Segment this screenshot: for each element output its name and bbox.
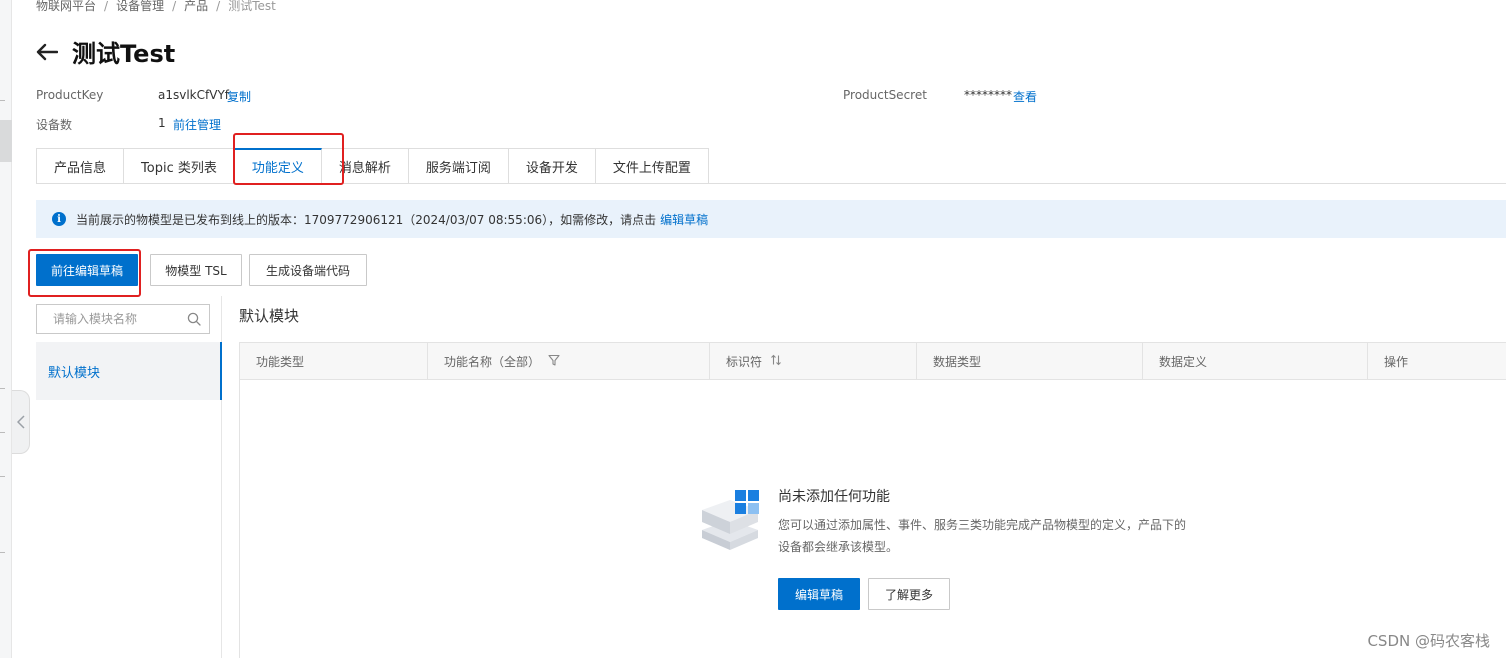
left-gutter bbox=[0, 0, 12, 658]
module-search-box bbox=[36, 304, 210, 334]
tab-device-development[interactable]: 设备开发 bbox=[508, 148, 596, 184]
product-key-label: ProductKey bbox=[36, 88, 104, 102]
col-data-type: 数据类型 bbox=[917, 343, 1143, 379]
info-banner: i 当前展示的物模型是已发布到线上的版本：1709772906121（2024/… bbox=[36, 200, 1506, 238]
tab-server-subscription[interactable]: 服务端订阅 bbox=[408, 148, 509, 184]
device-count-value: 1 bbox=[158, 116, 166, 130]
back-arrow-icon[interactable] bbox=[36, 40, 60, 64]
sidebar-collapse-toggle[interactable] bbox=[12, 390, 30, 454]
device-count-label: 设备数 bbox=[36, 118, 73, 132]
col-identifier[interactable]: 标识符 bbox=[710, 343, 917, 379]
empty-state-title: 尚未添加任何功能 bbox=[778, 489, 890, 505]
breadcrumb-item[interactable]: 设备管理 bbox=[116, 0, 164, 13]
filter-icon[interactable] bbox=[548, 354, 560, 369]
gutter-highlight bbox=[0, 120, 12, 162]
module-search-input[interactable] bbox=[53, 312, 181, 326]
col-data-definition: 数据定义 bbox=[1143, 343, 1368, 379]
gutter-mark bbox=[0, 552, 5, 553]
chevron-left-icon bbox=[16, 415, 25, 429]
edit-draft-button[interactable]: 编辑草稿 bbox=[778, 578, 860, 610]
feature-table-header: 功能类型 功能名称（全部） 标识符 数据类型 数据定义 操作 bbox=[239, 342, 1506, 380]
gutter-mark bbox=[0, 476, 5, 477]
breadcrumb-item[interactable]: 物联网平台 bbox=[36, 0, 96, 13]
gutter-mark bbox=[0, 388, 5, 389]
view-secret-link[interactable]: 查看 bbox=[1013, 88, 1037, 105]
product-secret-value: ******** bbox=[964, 88, 1012, 102]
breadcrumb: 物联网平台 / 设备管理 / 产品 / 测试Test bbox=[36, 0, 276, 13]
manage-devices-link[interactable]: 前往管理 bbox=[173, 116, 221, 133]
product-secret-label: ProductSecret bbox=[843, 88, 927, 102]
title-row: 测试Test bbox=[36, 34, 175, 69]
info-icon: i bbox=[52, 212, 66, 226]
col-actions: 操作 bbox=[1384, 354, 1409, 369]
sort-icon[interactable] bbox=[770, 354, 782, 369]
empty-state-description: 您可以通过添加属性、事件、服务三类功能完成产品物模型的定义，产品下的设备都会继承… bbox=[778, 518, 1187, 554]
tsl-button[interactable]: 物模型 TSL bbox=[150, 254, 242, 286]
generate-device-code-button[interactable]: 生成设备端代码 bbox=[249, 254, 367, 286]
empty-state-cube-icon bbox=[700, 486, 762, 555]
tab-product-info[interactable]: 产品信息 bbox=[36, 148, 125, 184]
tab-topic-list[interactable]: Topic 类列表 bbox=[124, 148, 235, 184]
gutter-mark bbox=[0, 432, 5, 433]
info-text: 当前展示的物模型是已发布到线上的版本：1709772906121（2024/03… bbox=[76, 212, 657, 227]
tab-file-upload-config[interactable]: 文件上传配置 bbox=[595, 148, 709, 184]
annotation-box-tab bbox=[233, 133, 344, 185]
col-feature-type: 功能类型 bbox=[240, 343, 428, 379]
col-feature-name[interactable]: 功能名称（全部） bbox=[428, 343, 710, 379]
edit-draft-link[interactable]: 编辑草稿 bbox=[660, 211, 708, 228]
breadcrumb-item[interactable]: 产品 bbox=[184, 0, 208, 13]
page-title: 测试Test bbox=[72, 40, 176, 68]
product-key-value: a1svlkCfVYf bbox=[158, 88, 229, 102]
module-item-default[interactable]: 默认模块 bbox=[36, 342, 222, 400]
learn-more-button[interactable]: 了解更多 bbox=[868, 578, 950, 610]
copy-link[interactable]: 复制 bbox=[227, 88, 251, 105]
tab-bar: 产品信息 Topic 类列表 功能定义 消息解析 服务端订阅 设备开发 文件上传… bbox=[36, 148, 709, 184]
breadcrumb-current: 测试Test bbox=[228, 0, 276, 13]
watermark: CSDN @码农客栈 bbox=[1367, 632, 1490, 650]
search-icon[interactable] bbox=[187, 312, 201, 329]
annotation-box-button bbox=[28, 249, 141, 297]
gutter-mark bbox=[0, 100, 5, 101]
section-title: 默认模块 bbox=[239, 307, 300, 325]
